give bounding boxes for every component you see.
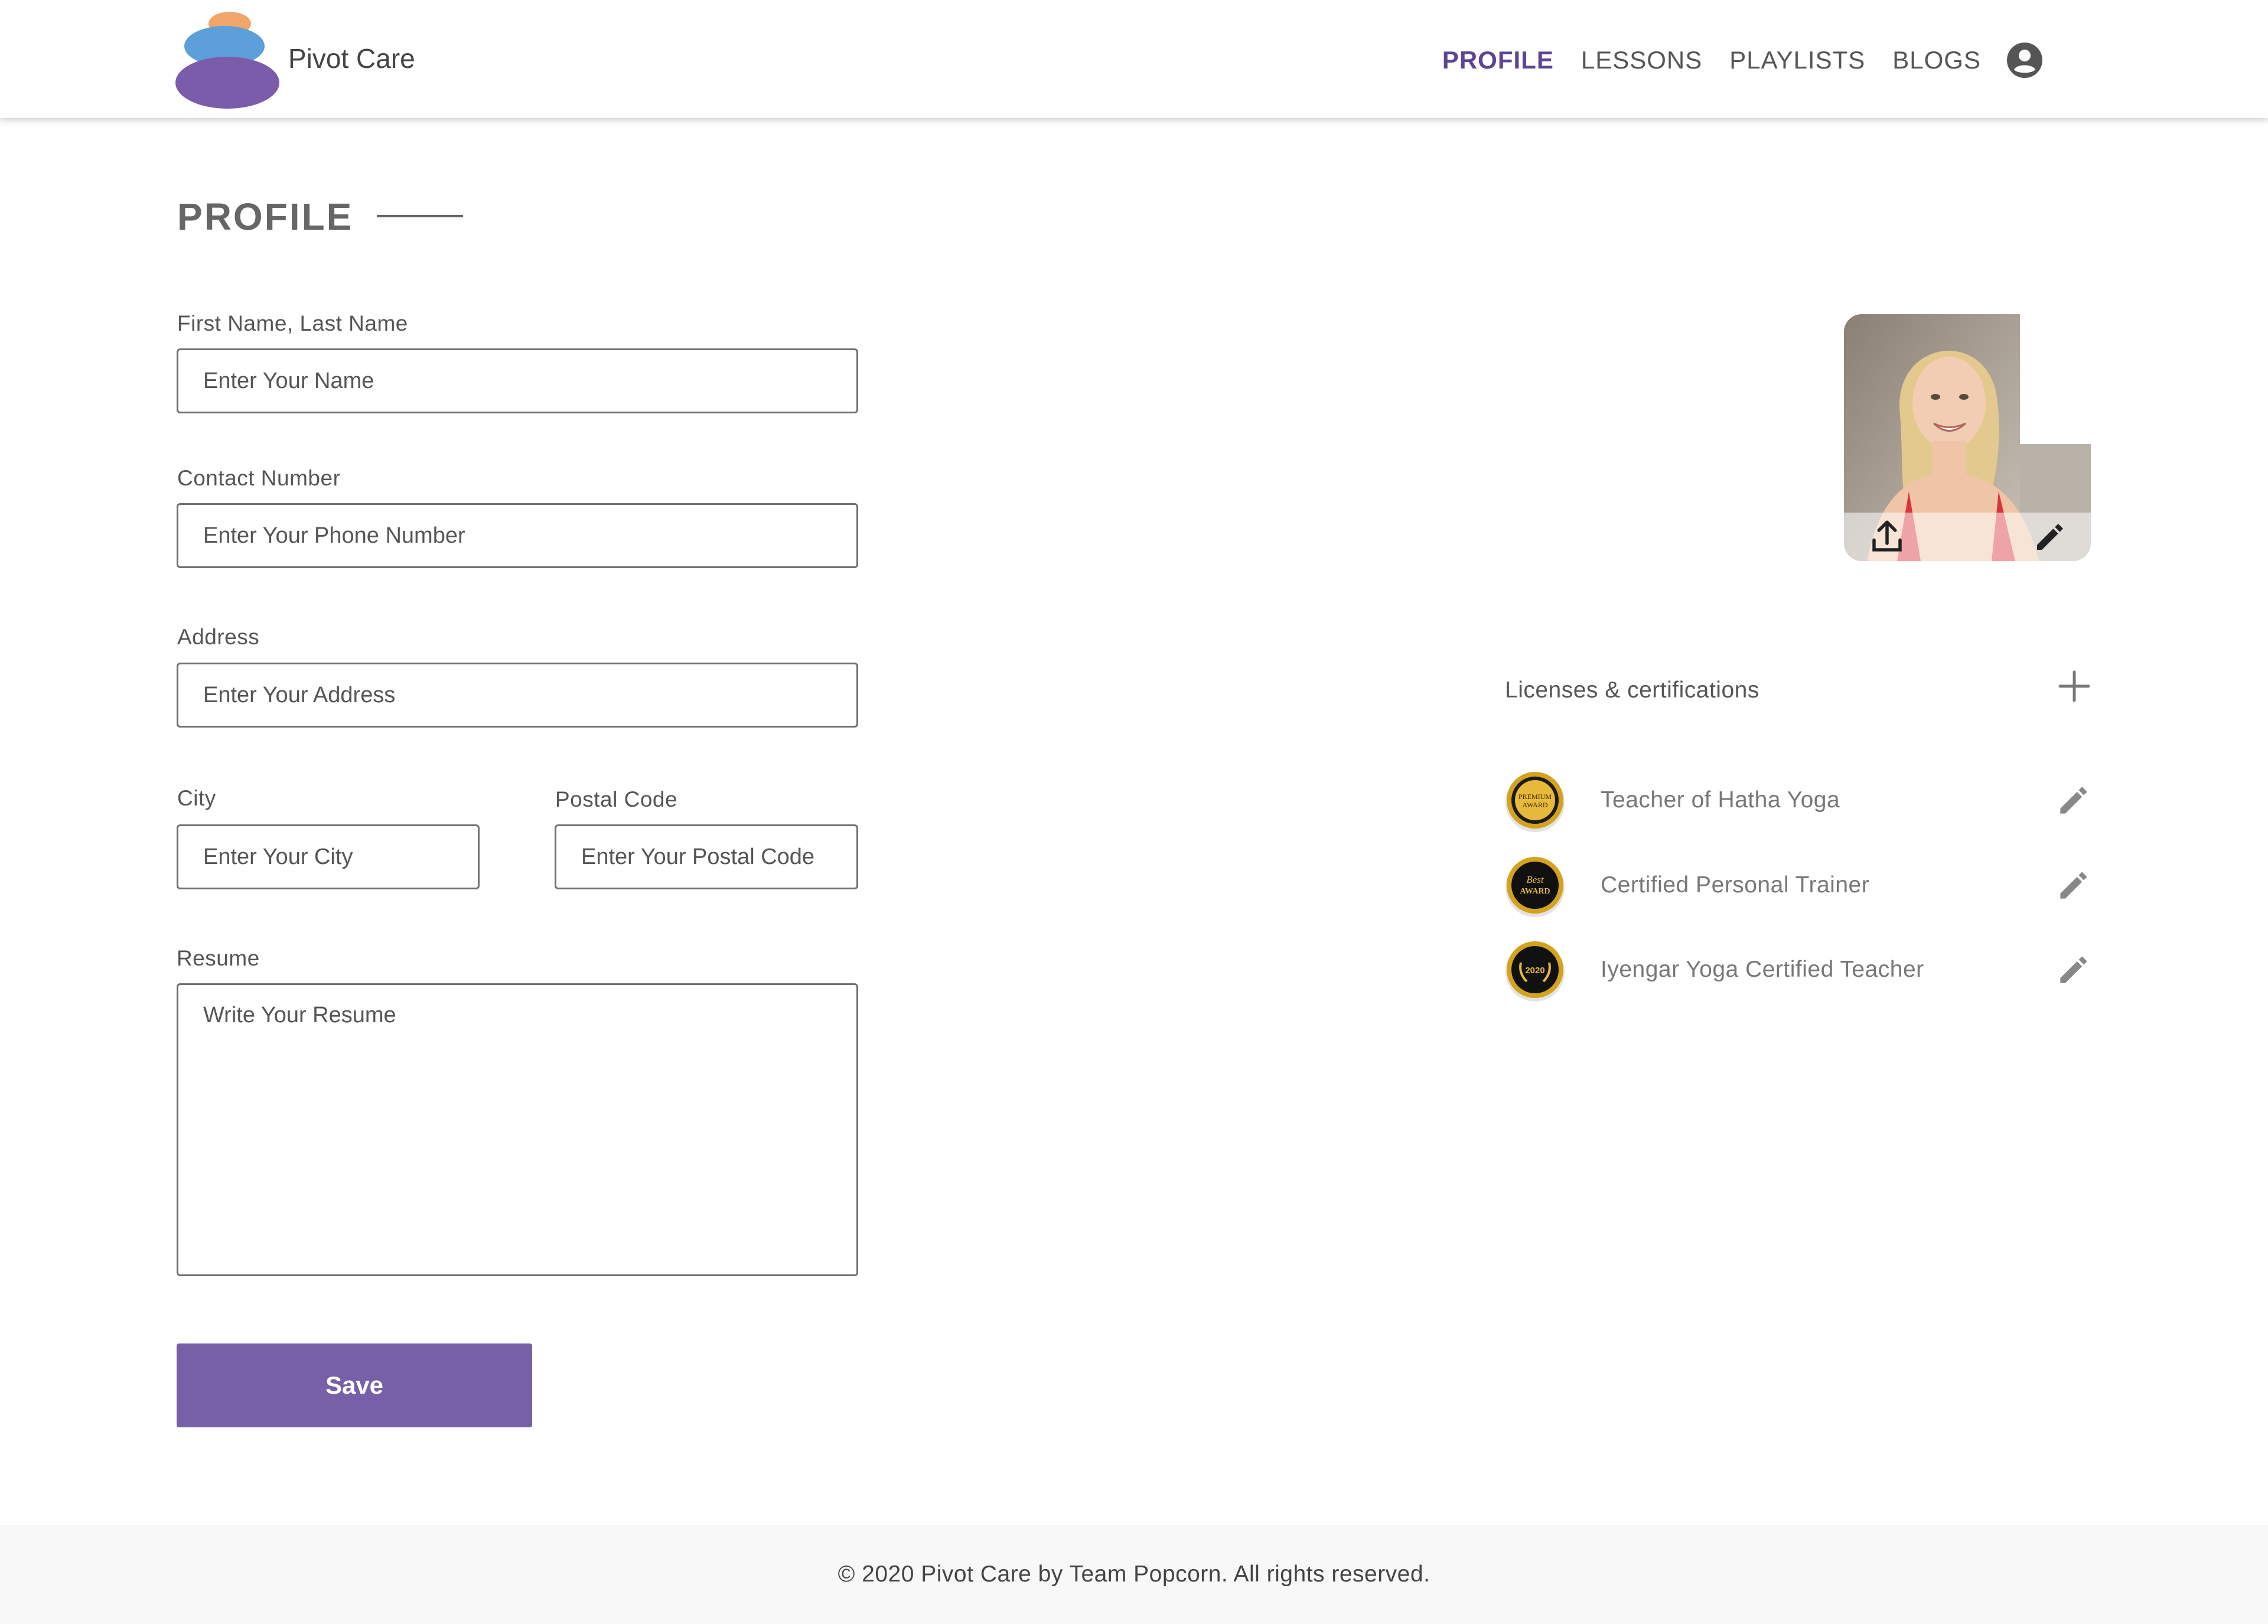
license-label: Iyengar Yoga Certified Teacher [1601, 957, 1924, 982]
top-header: Pivot Care PROFILE LESSONS PLAYLISTS BLO… [0, 0, 2268, 118]
laurel-2020-badge-icon: 2020 [1506, 941, 1565, 1002]
save-button[interactable]: Save [177, 1343, 532, 1427]
pivot-care-logo[interactable] [174, 6, 281, 112]
contact-input[interactable] [177, 503, 858, 568]
edit-license-icon[interactable] [2054, 950, 2094, 990]
premium-award-badge-icon: PREMIUM AWARD [1506, 772, 1565, 832]
nav-profile[interactable]: PROFILE [1442, 46, 1554, 74]
city-label: City [177, 786, 216, 810]
postal-code-label: Postal Code [555, 787, 678, 811]
svg-text:AWARD: AWARD [1522, 801, 1547, 809]
city-input[interactable] [177, 824, 480, 889]
svg-text:Best: Best [1526, 874, 1544, 885]
main-nav: PROFILE LESSONS PLAYLISTS BLOGS [1442, 41, 2044, 79]
license-label: Certified Personal Trainer [1601, 872, 1870, 898]
resume-label: Resume [177, 946, 260, 970]
svg-text:AWARD: AWARD [1520, 887, 1550, 896]
licenses-title: Licenses & certifications [1505, 677, 1759, 703]
nav-lessons[interactable]: LESSONS [1581, 46, 1702, 74]
postal-code-input[interactable] [555, 824, 858, 889]
contact-label: Contact Number [177, 466, 341, 490]
license-item: 2020 Iyengar Yoga Certified Teacher [1503, 939, 2094, 1004]
name-label: First Name, Last Name [177, 311, 408, 335]
best-award-badge-icon: Best AWARD [1506, 857, 1565, 917]
resume-textarea[interactable] [177, 983, 858, 1276]
upload-icon[interactable] [1868, 517, 1907, 556]
add-license-icon[interactable] [2057, 668, 2092, 704]
license-item: Best AWARD Certified Personal Trainer [1503, 855, 2094, 919]
account-circle-icon[interactable] [2006, 41, 2044, 79]
license-label: Teacher of Hatha Yoga [1601, 787, 1840, 813]
copyright-text: © 2020 Pivot Care by Team Popcorn. All r… [838, 1561, 1430, 1587]
title-divider [377, 215, 463, 217]
svg-text:2020: 2020 [1525, 966, 1544, 976]
page-title: PROFILE [177, 195, 354, 238]
edit-license-icon[interactable] [2054, 780, 2094, 820]
address-label: Address [177, 625, 260, 649]
footer: © 2020 Pivot Care by Team Popcorn. All r… [0, 1525, 2268, 1624]
profile-photo [1844, 314, 2091, 561]
edit-license-icon[interactable] [2054, 865, 2094, 905]
nav-blogs[interactable]: BLOGS [1892, 46, 1981, 74]
name-input[interactable] [177, 348, 858, 413]
svg-text:PREMIUM: PREMIUM [1518, 793, 1552, 801]
license-item: PREMIUM AWARD Teacher of Hatha Yoga [1503, 769, 2094, 834]
nav-playlists[interactable]: PLAYLISTS [1729, 46, 1865, 74]
brand-name[interactable]: Pivot Care [288, 43, 415, 74]
address-input[interactable] [177, 663, 858, 728]
edit-photo-icon[interactable] [2031, 517, 2070, 556]
